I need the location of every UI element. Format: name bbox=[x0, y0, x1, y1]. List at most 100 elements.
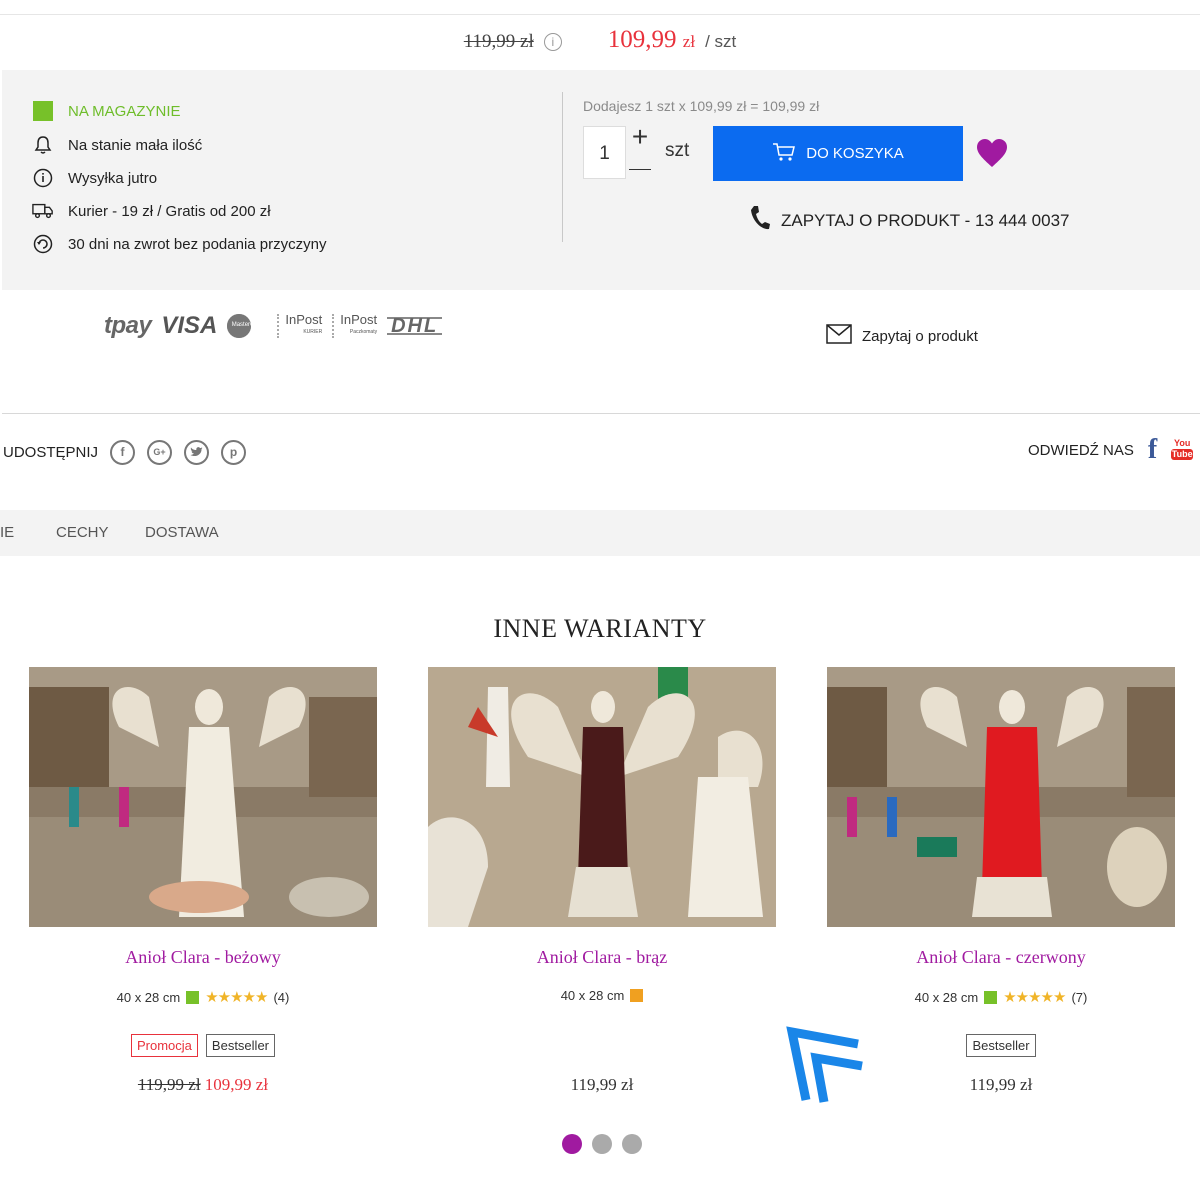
availability-square-icon bbox=[984, 990, 998, 1004]
promo-badge: Promocja bbox=[131, 1034, 198, 1057]
truck-icon bbox=[32, 200, 54, 222]
quantity-plus-button[interactable]: + bbox=[628, 123, 652, 152]
variant-meta: 40 x 28 cm ★★★★★ (7) bbox=[827, 988, 1175, 1006]
payment-logos: tpay VISA MasterCard InPost KURIER InPost… bbox=[104, 312, 443, 340]
variant-card[interactable]: Anioł Clara - brąz 40 x 28 cm 119,99 zł bbox=[428, 667, 776, 1094]
info-icon[interactable]: i bbox=[543, 33, 562, 51]
visit-label: ODWIEDŹ NAS bbox=[1028, 441, 1134, 459]
variant-card[interactable]: Anioł Clara - beżowy 40 x 28 cm ★★★★★ (4… bbox=[29, 667, 377, 1094]
visa-logo: VISA bbox=[161, 312, 218, 339]
rating-stars-icon: ★★★★★ bbox=[205, 989, 268, 1006]
old-price: 119,99 zł bbox=[463, 31, 534, 52]
variant-price: 119,99 zł 109,99 zł bbox=[29, 1075, 377, 1095]
feature-text: Kurier - 19 zł / Gratis od 200 zł bbox=[68, 202, 271, 220]
price-unit: / szt bbox=[705, 32, 737, 51]
bestseller-badge: Bestseller bbox=[966, 1034, 1036, 1057]
availability-square-icon bbox=[186, 990, 200, 1004]
youtube-icon[interactable]: You Tube bbox=[1171, 438, 1194, 462]
bell-icon bbox=[32, 134, 54, 156]
quantity-minus-button[interactable] bbox=[629, 169, 651, 170]
phone-icon bbox=[749, 205, 771, 236]
feature-item: 30 dni na zwrot bez podania przyczyny bbox=[32, 233, 326, 255]
envelope-icon bbox=[826, 324, 852, 348]
price-row: 119,99 zł i 109,99 zł / szt bbox=[0, 26, 1200, 58]
tab-delivery[interactable]: DOSTAWA bbox=[145, 524, 219, 541]
variant-name[interactable]: Anioł Clara - czerwony bbox=[827, 947, 1175, 968]
facebook-page-icon[interactable]: f bbox=[1148, 434, 1157, 466]
return-icon bbox=[32, 233, 54, 255]
share-bar: UDOSTĘPNIJ f G+ p bbox=[3, 440, 247, 465]
wishlist-heart-icon[interactable] bbox=[976, 138, 1008, 170]
carousel-dot[interactable] bbox=[562, 1134, 582, 1154]
twitter-icon[interactable] bbox=[184, 440, 210, 465]
badges: Promocja Bestseller bbox=[29, 1034, 377, 1057]
variant-name[interactable]: Anioł Clara - beżowy bbox=[29, 947, 377, 968]
product-tabs: IE CECHY DOSTAWA bbox=[0, 510, 1200, 556]
carousel-dot[interactable] bbox=[622, 1134, 642, 1154]
variant-name[interactable]: Anioł Clara - brąz bbox=[428, 947, 776, 968]
bestseller-badge: Bestseller bbox=[205, 1034, 275, 1057]
add-to-cart-button[interactable]: DO KOSZYKA bbox=[713, 126, 963, 181]
tpay-logo: tpay bbox=[104, 312, 152, 339]
ask-product-phone[interactable]: ZAPYTAJ O PRODUKT - 13 444 0037 bbox=[749, 205, 1070, 236]
variant-price: 119,99 zł bbox=[827, 1075, 1175, 1095]
feature-text: Na stanie mała ilość bbox=[68, 136, 203, 154]
cart-icon bbox=[772, 142, 796, 166]
carousel-dot[interactable] bbox=[592, 1134, 612, 1154]
feature-text: 30 dni na zwrot bez podania przyczyny bbox=[68, 235, 327, 253]
availability-square-icon bbox=[630, 989, 644, 1002]
top-divider bbox=[0, 14, 1200, 15]
carousel-dots bbox=[562, 1134, 642, 1154]
review-count: (7) bbox=[1071, 989, 1088, 1005]
variant-meta: 40 x 28 cm ★★★★★ (4) bbox=[29, 988, 377, 1006]
cart-summary: Dodajesz 1 szt x 109,99 zł = 109,99 zł bbox=[583, 98, 820, 114]
inpost-courier-logo: InPost KURIER bbox=[277, 313, 322, 338]
variant-current-price: 119,99 zł bbox=[969, 1075, 1033, 1094]
feature-item: Wysyłka jutro bbox=[32, 167, 157, 189]
product-photo[interactable] bbox=[428, 667, 776, 927]
tab-description[interactable]: IE bbox=[0, 524, 14, 541]
stock-status: NA MAGAZYNIE bbox=[32, 100, 181, 122]
feature-item: Na stanie mała ilość bbox=[32, 134, 202, 156]
variant-card[interactable]: Anioł Clara - czerwony 40 x 28 cm ★★★★★ … bbox=[827, 667, 1175, 1094]
variant-meta: 40 x 28 cm bbox=[428, 988, 776, 1003]
email-ask-label: Zapytaj o produkt bbox=[862, 327, 978, 345]
quantity-input[interactable]: 1 bbox=[583, 126, 626, 179]
tab-features[interactable]: CECHY bbox=[56, 524, 109, 541]
email-ask-link[interactable]: Zapytaj o produkt bbox=[826, 324, 978, 348]
variant-size: 40 x 28 cm bbox=[560, 988, 625, 1003]
feature-item: Kurier - 19 zł / Gratis od 200 zł bbox=[32, 200, 271, 222]
visit-us: ODWIEDŹ NAS f You Tube bbox=[1028, 434, 1194, 466]
inpost-lockers-logo: InPost Paczkomaty bbox=[332, 313, 377, 338]
badges: Bestseller bbox=[827, 1034, 1175, 1057]
google-plus-icon[interactable]: G+ bbox=[147, 440, 173, 465]
dhl-logo: DHL bbox=[387, 316, 443, 336]
variant-old-price: 119,99 zł bbox=[137, 1075, 201, 1094]
mastercard-logo: MasterCard bbox=[227, 314, 267, 338]
stock-square-icon bbox=[32, 100, 54, 122]
panel-divider bbox=[562, 92, 563, 242]
section-divider bbox=[2, 413, 1200, 414]
info-circle-icon bbox=[32, 167, 54, 189]
pinterest-icon[interactable]: p bbox=[221, 440, 247, 465]
variants-title: INNE WARIANTY bbox=[493, 614, 707, 643]
variant-size: 40 x 28 cm bbox=[116, 989, 181, 1005]
current-price: 109,99 zł bbox=[607, 26, 696, 53]
product-photo[interactable] bbox=[827, 667, 1175, 927]
facebook-icon[interactable]: f bbox=[110, 440, 136, 465]
product-photo[interactable] bbox=[29, 667, 377, 927]
stock-label: NA MAGAZYNIE bbox=[68, 102, 181, 120]
ask-product-label: ZAPYTAJ O PRODUKT - 13 444 0037 bbox=[781, 210, 1070, 230]
feature-text: Wysyłka jutro bbox=[68, 169, 158, 187]
review-count: (4) bbox=[273, 989, 290, 1005]
add-to-cart-label: DO KOSZYKA bbox=[806, 145, 904, 162]
variant-price: 119,99 zł bbox=[428, 1075, 776, 1095]
rating-stars-icon: ★★★★★ bbox=[1003, 989, 1066, 1006]
quantity-unit: szt bbox=[665, 140, 690, 161]
purchase-panel: NA MAGAZYNIE Na stanie mała ilość Wysyłk… bbox=[2, 70, 1200, 290]
share-label: UDOSTĘPNIJ bbox=[3, 444, 99, 461]
variant-current-price: 119,99 zł bbox=[570, 1075, 634, 1094]
scroll-top-chevron-icon[interactable] bbox=[778, 1018, 868, 1108]
variant-size: 40 x 28 cm bbox=[914, 989, 979, 1005]
variant-new-price: 109,99 zł bbox=[204, 1075, 269, 1094]
